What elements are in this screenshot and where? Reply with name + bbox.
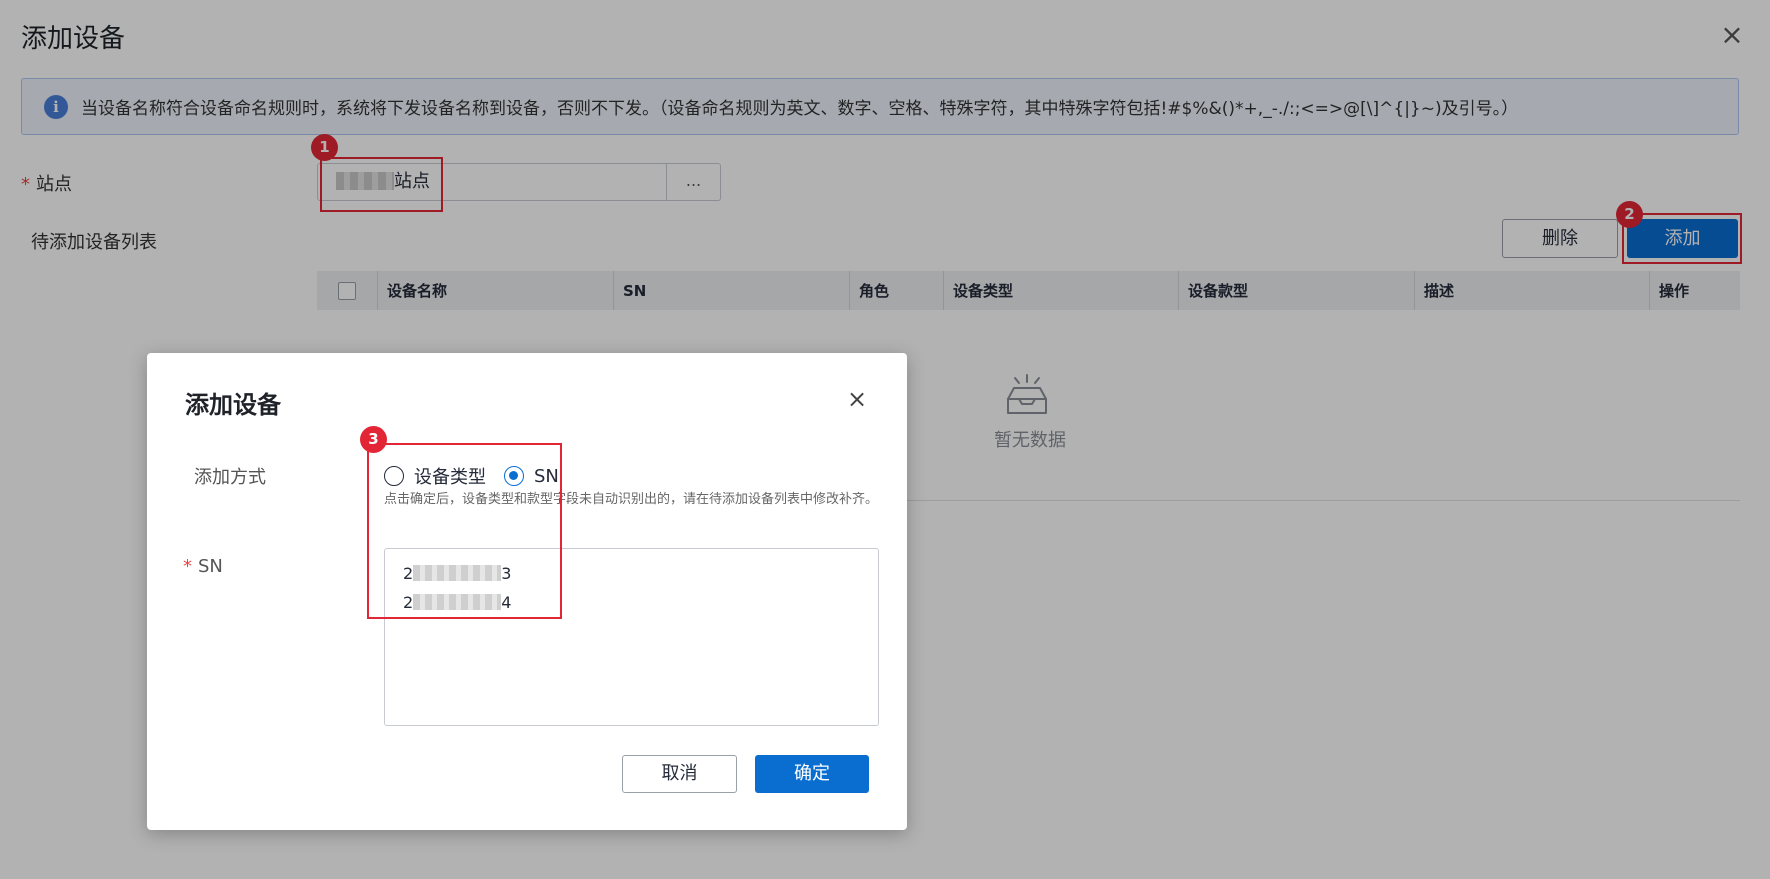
close-icon[interactable]: × bbox=[845, 387, 869, 411]
dialog-title: 添加设备 bbox=[185, 391, 281, 419]
annotation-marker-3: 3 bbox=[360, 426, 387, 453]
cancel-button[interactable]: 取消 bbox=[622, 755, 737, 793]
confirm-button[interactable]: 确定 bbox=[755, 755, 869, 793]
highlight-box-sn-mode bbox=[367, 443, 562, 619]
required-mark: * bbox=[183, 556, 192, 577]
add-device-dialog: 添加设备 × 添加方式 设备类型 SN 点击确定后，设备类型和款型字段未自动识别… bbox=[147, 353, 907, 830]
add-mode-label: 添加方式 bbox=[194, 467, 266, 488]
sn-label: * SN bbox=[183, 556, 223, 577]
